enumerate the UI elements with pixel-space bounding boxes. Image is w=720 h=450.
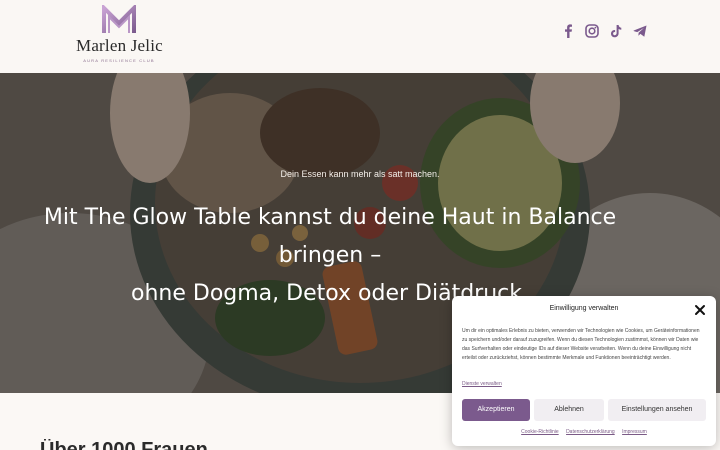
section-heading: Über 1000 Frauen...: [40, 439, 225, 450]
site-header: Marlen Jelic AURA RESILIENCE CLUB: [0, 0, 720, 73]
cookie-consent-dialog: Einwilligung verwalten Um dir ein optima…: [452, 296, 716, 446]
consent-title: Einwilligung verwalten: [549, 305, 619, 312]
facebook-icon[interactable]: [560, 23, 576, 39]
deny-button[interactable]: Ablehnen: [534, 399, 604, 421]
imprint-link[interactable]: Impressum: [622, 429, 647, 435]
telegram-icon[interactable]: [632, 23, 648, 39]
logo-monogram-icon: [102, 5, 136, 33]
tiktok-icon[interactable]: [608, 23, 624, 39]
consent-description: Um dir ein optimales Erlebnis zu bieten,…: [462, 328, 700, 361]
accept-button[interactable]: Akzeptieren: [462, 399, 530, 421]
brand-tagline: AURA RESILIENCE CLUB: [83, 58, 155, 63]
view-settings-button[interactable]: Einstellungen ansehen: [608, 399, 706, 421]
close-icon[interactable]: [694, 304, 706, 316]
hero-subtitle: Dein Essen kann mehr als satt machen.: [280, 169, 440, 179]
brand-logo[interactable]: Marlen Jelic AURA RESILIENCE CLUB: [76, 5, 163, 67]
social-links: [560, 23, 648, 39]
hero-title-line1: Mit The Glow Table kannst du deine Haut …: [43, 205, 617, 268]
brand-name: Marlen Jelic: [76, 36, 163, 55]
instagram-icon[interactable]: [584, 23, 600, 39]
privacy-policy-link[interactable]: Datenschutzerklärung: [566, 429, 615, 435]
consent-footer-links: Cookie-Richtlinie Datenschutzerklärung I…: [452, 429, 716, 435]
manage-services-link[interactable]: Dienste verwalten: [462, 381, 502, 387]
cookie-policy-link[interactable]: Cookie-Richtlinie: [521, 429, 559, 435]
